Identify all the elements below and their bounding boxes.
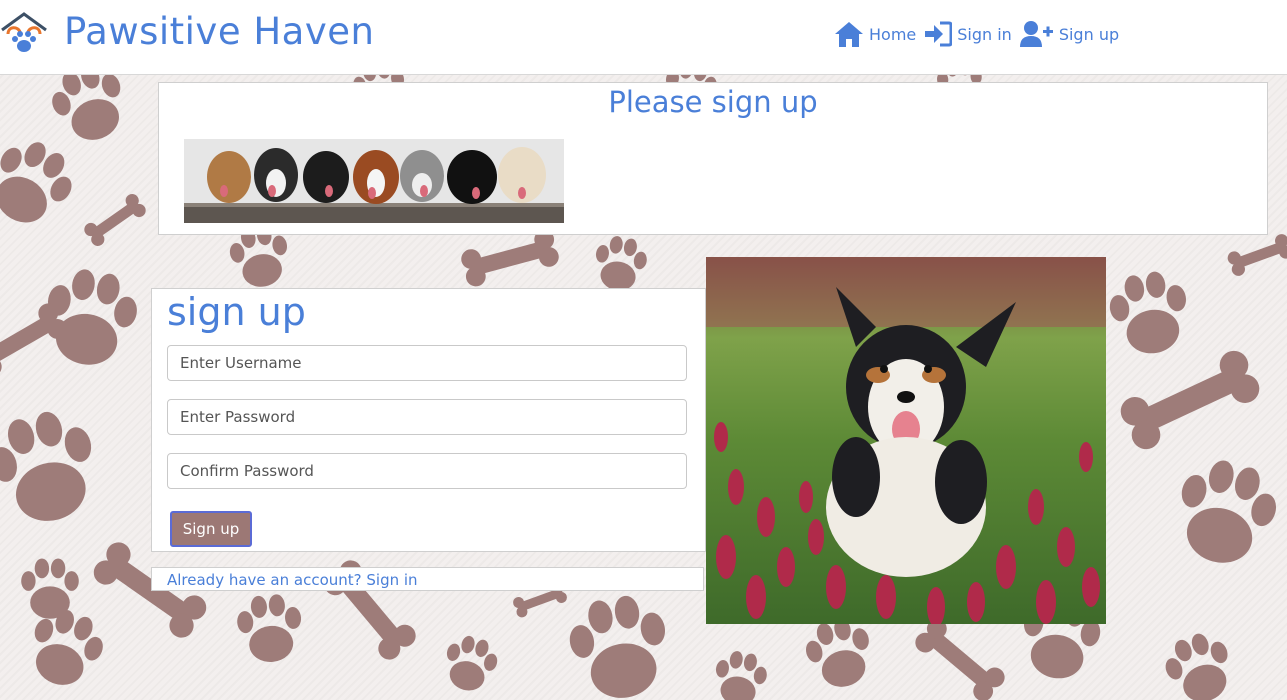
user-plus-icon <box>1019 21 1053 47</box>
hero-card: Please sign up <box>158 82 1268 235</box>
nav-home-label: Home <box>869 24 917 44</box>
home-icon <box>835 22 863 47</box>
running-dog-photo <box>706 257 1106 624</box>
main-nav: Home Sign in Sign up <box>834 20 1127 48</box>
dogs-banner-image <box>184 139 564 223</box>
nav-signin-label: Sign in <box>957 24 1012 44</box>
nav-signup-label: Sign up <box>1058 24 1120 44</box>
signup-form-card: sign up Sign up <box>151 288 706 552</box>
nav-home-link[interactable]: Home <box>834 20 916 48</box>
paw-house-logo-icon[interactable] <box>0 12 48 58</box>
username-input[interactable] <box>167 345 687 381</box>
nav-signup-link[interactable]: Sign up <box>1019 20 1120 48</box>
navbar: Pawsitive Haven Home Sign in Sign up <box>0 0 1287 75</box>
password-input[interactable] <box>167 399 687 435</box>
form-title: sign up <box>167 290 306 334</box>
brand-title[interactable]: Pawsitive Haven <box>64 10 374 53</box>
page-title: Please sign up <box>608 85 818 119</box>
sign-in-icon <box>925 21 953 47</box>
nav-signin-link[interactable]: Sign in <box>924 21 1012 47</box>
confirm-password-input[interactable] <box>167 453 687 489</box>
signin-link[interactable]: Already have an account? Sign in <box>151 567 704 591</box>
sign-up-button[interactable]: Sign up <box>170 511 252 547</box>
